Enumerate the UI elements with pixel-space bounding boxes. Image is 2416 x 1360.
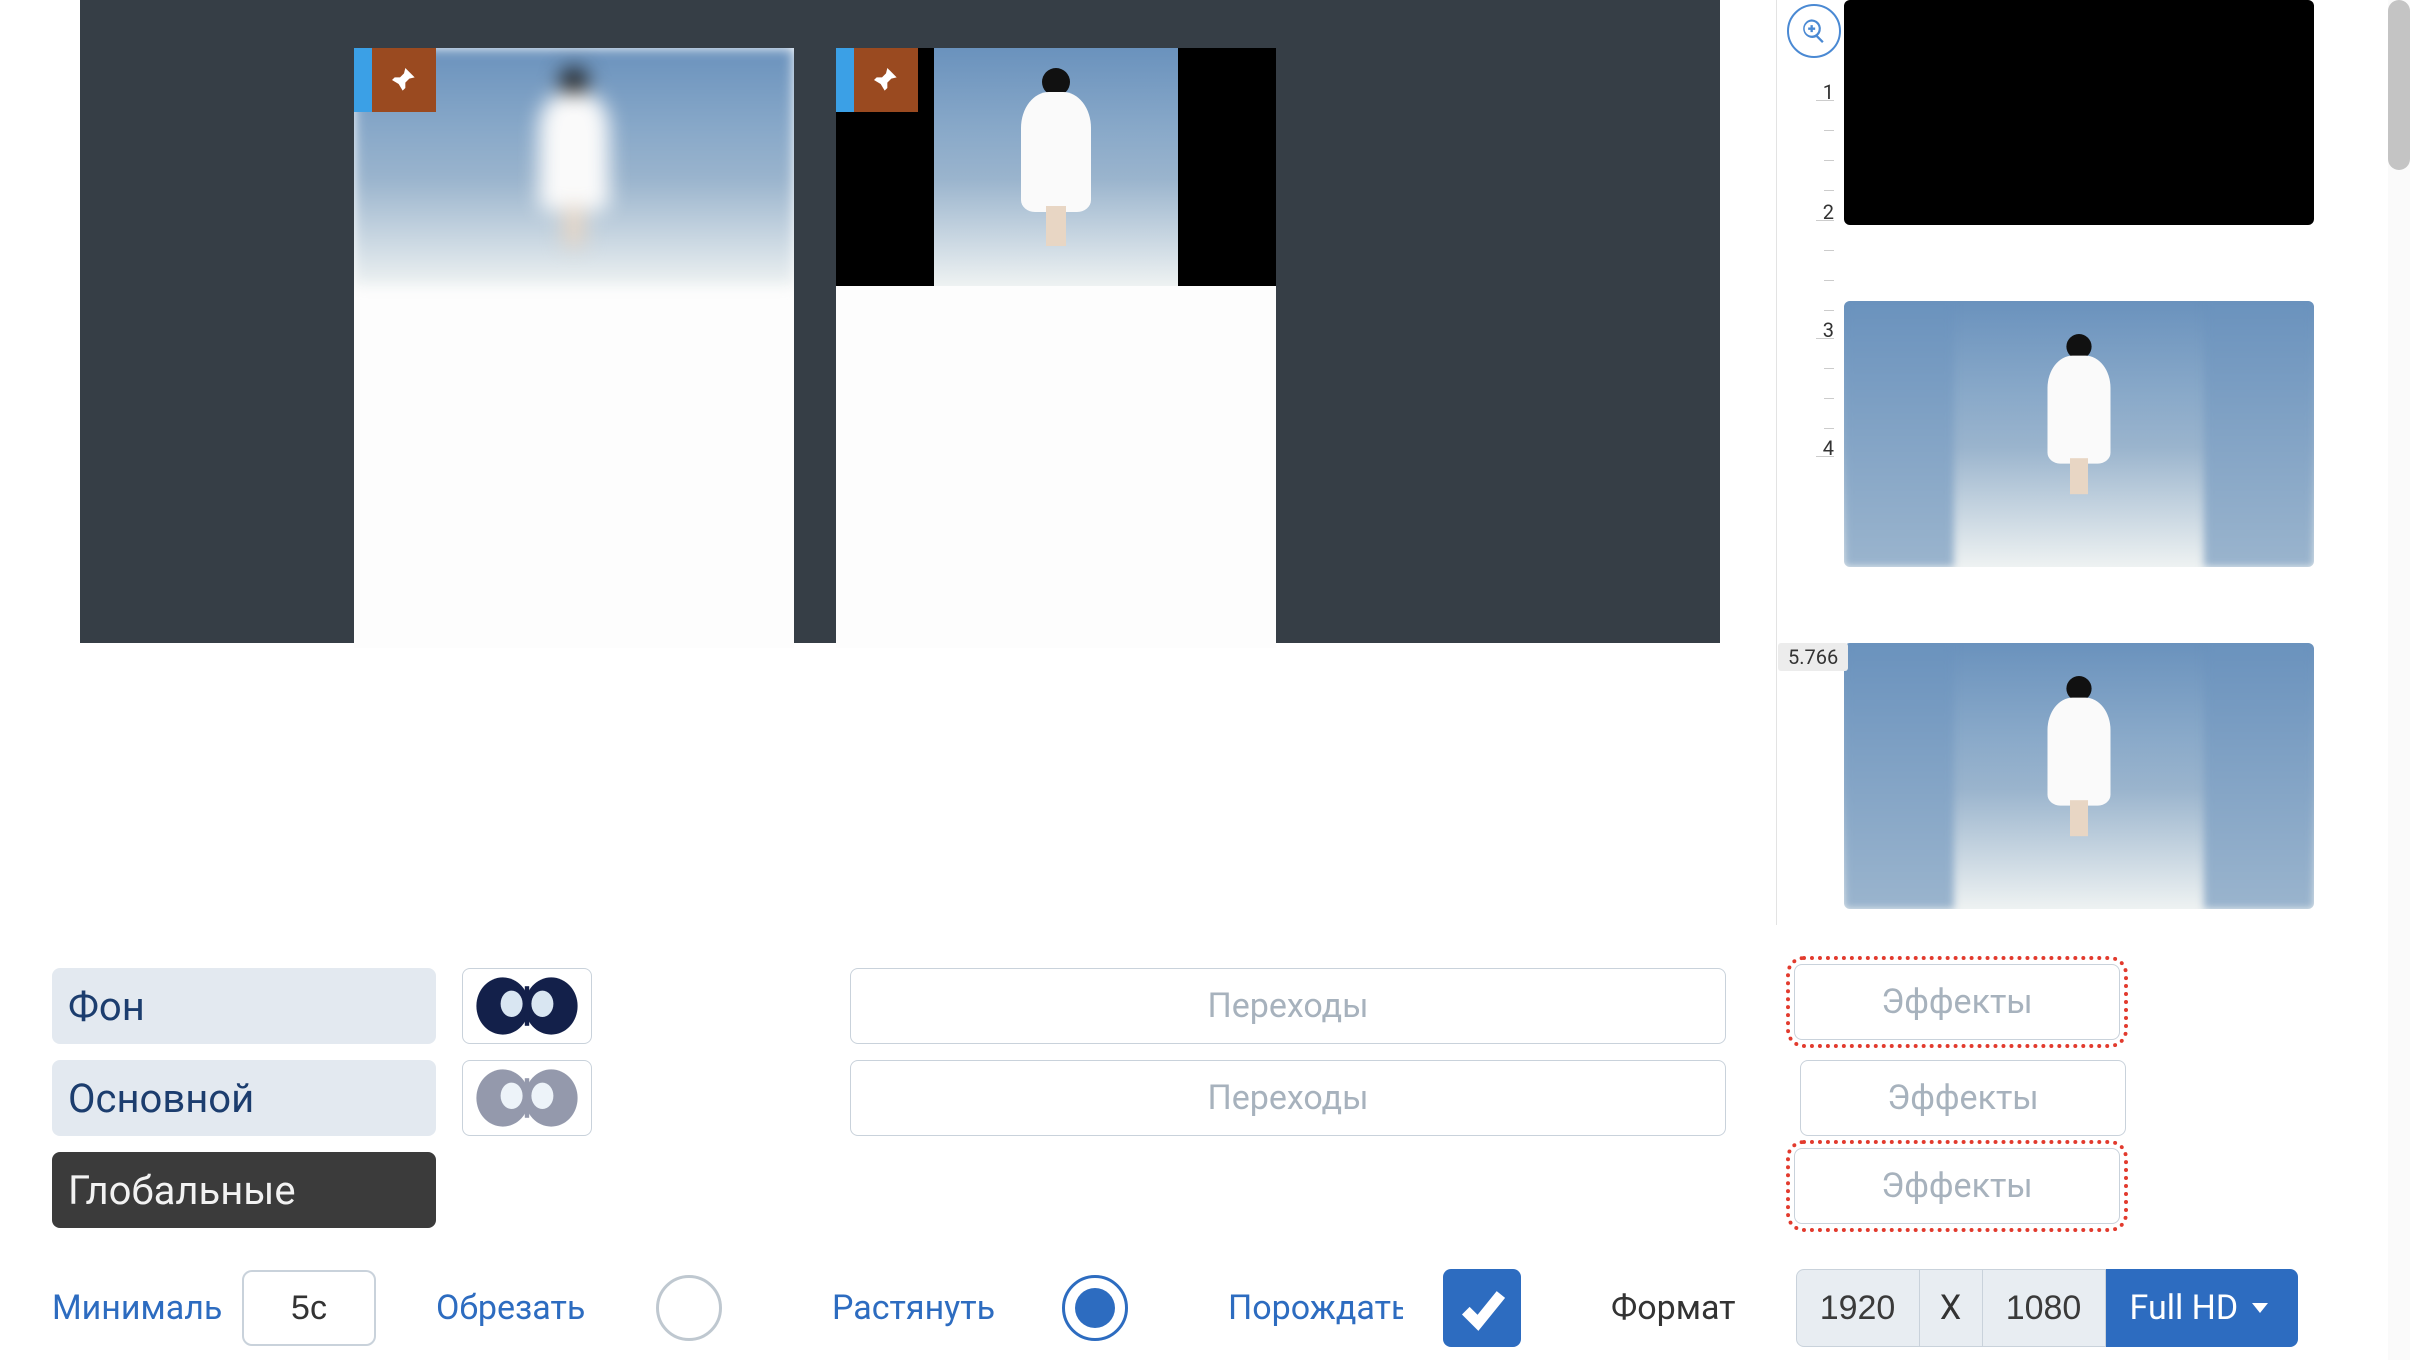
slide-handle[interactable]: [354, 48, 372, 112]
minimal-duration-input[interactable]: [242, 1270, 376, 1346]
pin-button[interactable]: [854, 48, 918, 112]
check-icon: [1455, 1281, 1509, 1335]
format-height-input[interactable]: [1982, 1269, 2106, 1347]
transitions-button-main[interactable]: Переходы: [850, 1060, 1726, 1136]
pin-icon: [870, 64, 902, 96]
layer-row-main: Основной: [52, 1060, 592, 1136]
transitions-button-background[interactable]: Переходы: [850, 968, 1726, 1044]
slide-card[interactable]: [354, 48, 794, 648]
zoom-in-button[interactable]: [1787, 4, 1841, 58]
format-label: Формат: [1611, 1288, 1736, 1328]
stretch-label: Растянуть: [832, 1288, 1012, 1328]
caret-down-icon: [2252, 1303, 2268, 1313]
minimal-label: Минималь: [52, 1288, 242, 1328]
vertical-scrollbar-thumb[interactable]: [2388, 0, 2410, 170]
clip-thumbnail[interactable]: [1844, 301, 2314, 567]
format-separator: X: [1920, 1269, 1982, 1347]
layer-label-main[interactable]: Основной: [52, 1060, 436, 1136]
clips-column: [1844, 0, 2314, 909]
pin-button[interactable]: [372, 48, 436, 112]
layer-row-global: Глобальные: [52, 1152, 436, 1228]
butterfly-icon: [472, 1065, 582, 1131]
spawn-label: Порождать: [1228, 1288, 1403, 1328]
timeline-ruler[interactable]: 1 2 3 4: [1776, 0, 1844, 925]
butterfly-icon: [472, 973, 582, 1039]
format-preset-label: Full HD: [2130, 1288, 2239, 1328]
format-width-input[interactable]: [1796, 1269, 1920, 1347]
slide-card[interactable]: [836, 48, 1276, 648]
layer-thumbnail-background[interactable]: [462, 968, 592, 1044]
layer-thumbnail-main[interactable]: [462, 1060, 592, 1136]
stretch-radio[interactable]: [1062, 1275, 1128, 1341]
format-preset-dropdown[interactable]: Full HD: [2106, 1269, 2299, 1347]
canvas-area: [80, 0, 1720, 643]
effects-highlight: Эффекты: [1786, 956, 2128, 1048]
crop-radio[interactable]: [656, 1275, 722, 1341]
pin-icon: [388, 64, 420, 96]
zoom-in-icon: [1800, 17, 1828, 45]
effects-button-background[interactable]: Эффекты: [1794, 964, 2120, 1040]
slide-handle[interactable]: [836, 48, 854, 112]
effects-button-main[interactable]: Эффекты: [1800, 1060, 2126, 1136]
layer-row-background: Фон: [52, 968, 592, 1044]
footer-controls: Минималь Обрезать Растянуть Порождать Фо…: [52, 1268, 2342, 1348]
spawn-checkbox[interactable]: [1443, 1269, 1521, 1347]
layer-label-background[interactable]: Фон: [52, 968, 436, 1044]
layer-label-global[interactable]: Глобальные: [52, 1152, 436, 1228]
clip-thumbnail[interactable]: [1844, 643, 2314, 909]
vertical-scrollbar-track[interactable]: [2388, 0, 2410, 1360]
crop-label: Обрезать: [436, 1288, 596, 1328]
clip-thumbnail-black[interactable]: [1844, 0, 2314, 225]
effects-highlight: Эффекты: [1786, 1140, 2128, 1232]
clip-time-badge: 5.766: [1778, 643, 1848, 671]
effects-button-global[interactable]: Эффекты: [1794, 1148, 2120, 1224]
